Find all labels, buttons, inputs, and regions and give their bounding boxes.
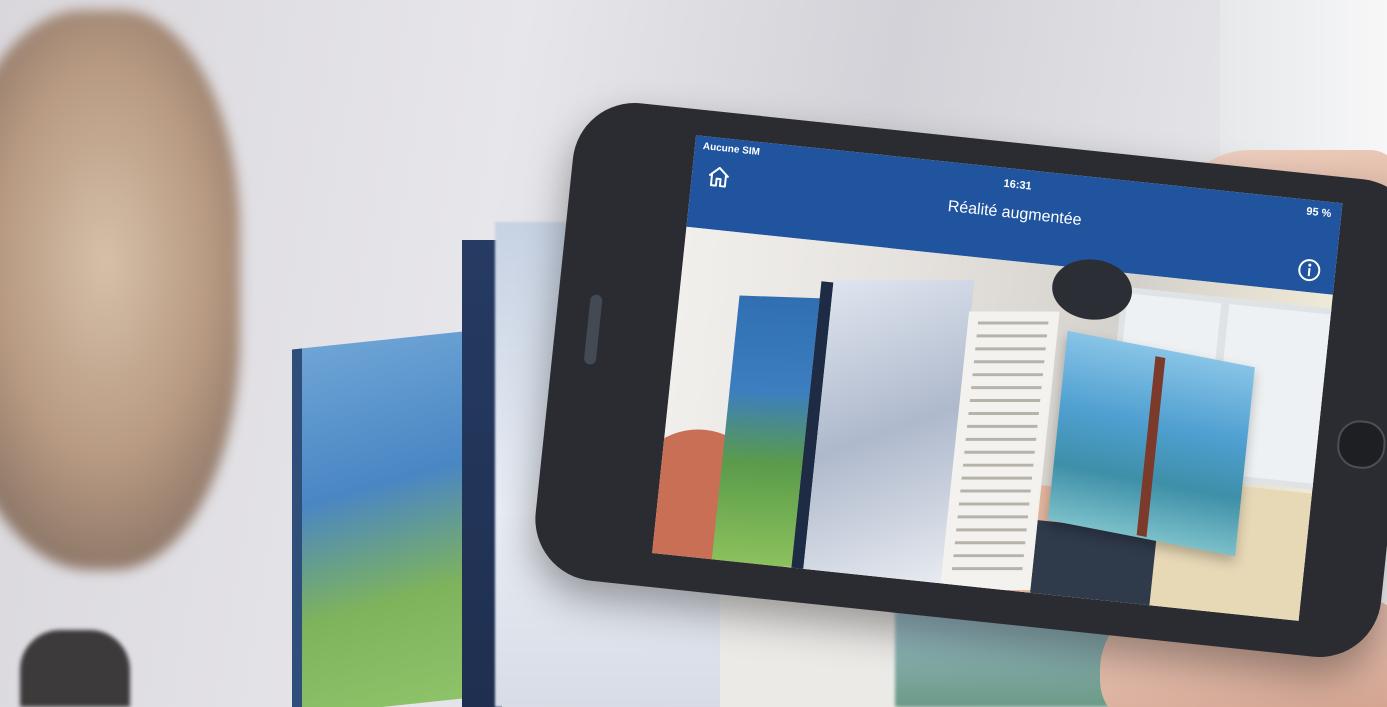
ar-book (711, 273, 1070, 591)
blurred-shoulder (20, 630, 130, 707)
blurred-face (0, 10, 240, 570)
home-button (1334, 418, 1387, 471)
camera-view (652, 226, 1343, 621)
background-photo: Aucune SIM 16:31 95 % Réalité augmentée (0, 0, 1387, 707)
phone-screen: Aucune SIM 16:31 95 % Réalité augmentée (652, 135, 1343, 621)
book-left-page (292, 330, 472, 707)
smartphone: Aucune SIM 16:31 95 % Réalité augmentée (529, 96, 1387, 664)
battery-level: 95 % (1305, 205, 1332, 221)
phone-earpiece (583, 294, 603, 366)
info-icon[interactable] (1296, 257, 1322, 283)
